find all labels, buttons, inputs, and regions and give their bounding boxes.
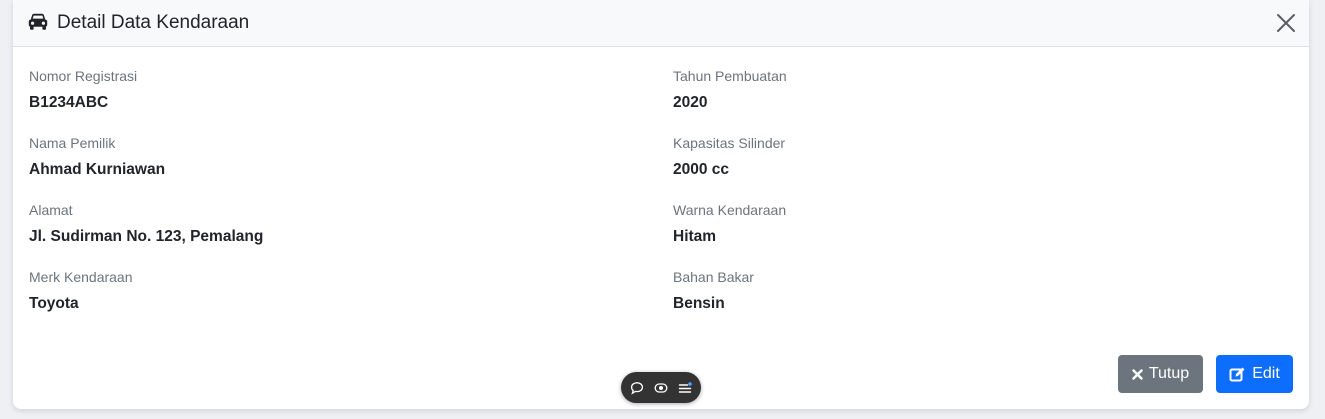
- car-icon: [28, 13, 48, 30]
- field-label: Nama Pemilik: [29, 135, 116, 151]
- field-value: Bensin: [673, 295, 725, 312]
- vehicle-detail-modal: Detail Data Kendaraan Nomor Registrasi B…: [13, 0, 1309, 409]
- field-value: Hitam: [673, 228, 717, 245]
- field-kapasitas-silinder: Kapasitas Silinder 2000 cc: [673, 134, 785, 180]
- field-label: Merk Kendaraan: [29, 269, 133, 285]
- floating-toolbar: [621, 372, 701, 403]
- field-value: Jl. Sudirman No. 123, Pemalang: [29, 228, 264, 245]
- field-label: Nomor Registrasi: [29, 68, 138, 84]
- modal-title: Detail Data Kendaraan: [57, 12, 250, 33]
- field-value: B1234ABC: [29, 94, 109, 111]
- field-tahun-pembuatan: Tahun Pembuatan 2020: [673, 67, 787, 113]
- edit-button-label: Edit: [1252, 365, 1280, 382]
- field-value: 2020: [673, 94, 708, 111]
- field-nomor-registrasi: Nomor Registrasi B1234ABC: [29, 67, 137, 113]
- field-alamat: Alamat Jl. Sudirman No. 123, Pemalang: [29, 201, 263, 247]
- edit-icon: [1229, 367, 1245, 381]
- field-label: Bahan Bakar: [673, 269, 754, 285]
- list-icon[interactable]: [678, 381, 692, 395]
- modal-body: Nomor Registrasi B1234ABC Nama Pemilik A…: [13, 47, 1309, 347]
- edit-button[interactable]: Edit: [1216, 355, 1293, 393]
- field-value: Ahmad Kurniawan: [29, 161, 166, 178]
- field-value: 2000 cc: [673, 161, 730, 178]
- tutup-button[interactable]: Tutup: [1118, 355, 1203, 393]
- times-icon: [1132, 368, 1143, 380]
- tutup-button-label: Tutup: [1148, 365, 1190, 382]
- close-icon[interactable]: [1273, 10, 1299, 36]
- field-label: Alamat: [29, 202, 73, 218]
- field-value: Toyota: [29, 295, 79, 312]
- field-label: Warna Kendaraan: [673, 202, 787, 218]
- modal-header: Detail Data Kendaraan: [13, 0, 1309, 47]
- field-merk-kendaraan: Merk Kendaraan Toyota: [29, 268, 133, 314]
- eye-icon[interactable]: [654, 381, 668, 395]
- field-label: Tahun Pembuatan: [673, 68, 787, 84]
- field-nama-pemilik: Nama Pemilik Ahmad Kurniawan: [29, 134, 165, 180]
- field-warna-kendaraan: Warna Kendaraan Hitam: [673, 201, 786, 247]
- field-label: Kapasitas Silinder: [673, 135, 786, 151]
- field-bahan-bakar: Bahan Bakar Bensin: [673, 268, 754, 314]
- comment-icon[interactable]: [630, 381, 644, 395]
